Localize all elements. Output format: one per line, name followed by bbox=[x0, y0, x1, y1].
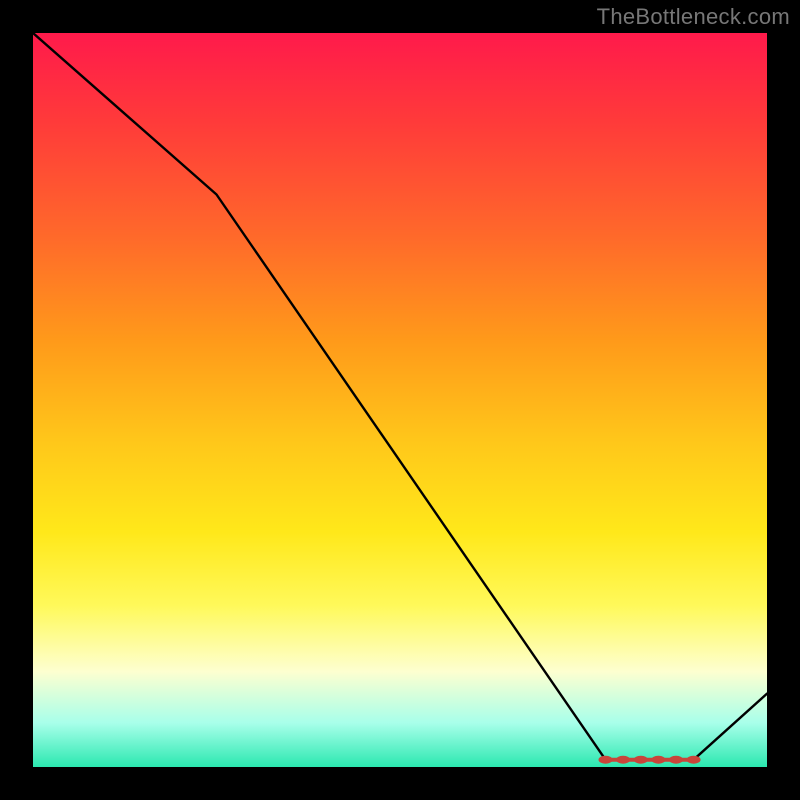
watermark-text: TheBottleneck.com bbox=[597, 4, 790, 30]
chart-frame: TheBottleneck.com bbox=[0, 0, 800, 800]
plot-gradient-background bbox=[33, 33, 767, 767]
